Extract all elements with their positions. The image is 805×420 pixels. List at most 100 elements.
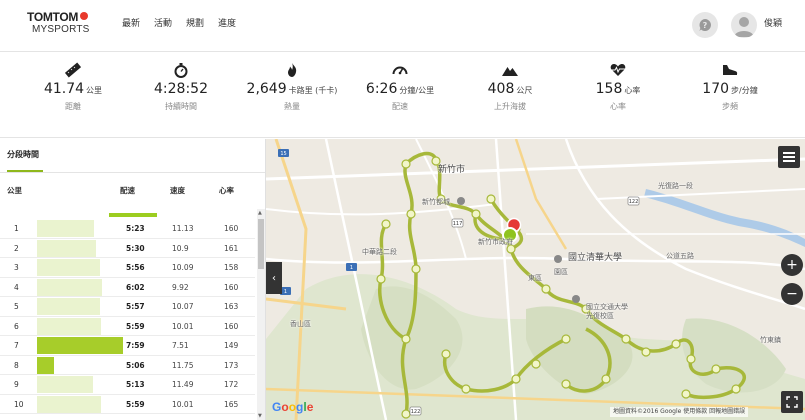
- map-label-road-3: 公道五路: [666, 252, 694, 260]
- pace-unit: 分鐘/公里: [399, 86, 435, 95]
- heart-rate-label: 心率: [610, 102, 626, 111]
- table-row[interactable]: 7 7:59 7.51 149: [0, 336, 255, 356]
- pace-bar: [37, 356, 54, 374]
- table-row[interactable]: 9 5:13 11.49 172: [0, 375, 255, 395]
- distance-unit: 公里: [86, 86, 103, 95]
- split-speed: 10.9: [172, 243, 189, 253]
- stat-distance: 41.74 公里 距離: [25, 53, 121, 138]
- split-hr: 161: [224, 243, 239, 253]
- help-bubble-icon: ?: [699, 19, 711, 31]
- split-km: 9: [14, 380, 19, 389]
- pace-bar: [37, 220, 94, 237]
- split-speed: 10.01: [172, 321, 194, 331]
- username[interactable]: 俊穎: [764, 18, 782, 30]
- pace-bar: [37, 337, 123, 354]
- split-pace: 5:56: [126, 263, 145, 272]
- split-km: 8: [14, 360, 19, 370]
- table-row[interactable]: 8 5:06 11.75 173: [0, 356, 255, 375]
- map-label-park: 新竹都城: [422, 198, 450, 206]
- split-hr: 160: [224, 321, 239, 331]
- scroll-down-icon[interactable]: ▼: [258, 412, 262, 420]
- nav-activities[interactable]: 活動: [154, 18, 172, 30]
- stat-heart-rate: 158 心率 心率: [570, 53, 666, 138]
- shoe-icon: [723, 65, 738, 75]
- table-row[interactable]: 3 5:56 10.09 158: [0, 258, 255, 278]
- split-km: 4: [14, 282, 19, 292]
- split-speed: 9.92: [172, 282, 189, 292]
- svg-text:1: 1: [350, 265, 353, 271]
- top-header: TOMTOM MYSPORTS 最新 活動 規劃 進度 ? 俊穎: [0, 0, 805, 52]
- mountain-icon: [502, 67, 518, 76]
- map-label-hsinchu-city: 新竹市: [438, 165, 466, 175]
- pace-value: 6:26: [365, 81, 398, 97]
- help-button[interactable]: ?: [692, 12, 718, 38]
- table-row[interactable]: 4 6:02 9.92 160: [0, 278, 255, 297]
- avatar[interactable]: [731, 12, 757, 38]
- split-speed: 10.07: [172, 302, 194, 311]
- tomtom-logo[interactable]: TOMTOM MYSPORTS: [27, 10, 107, 40]
- split-km: 5: [14, 302, 19, 311]
- zoom-out-button[interactable]: −: [781, 283, 803, 305]
- split-pace: 5:06: [126, 360, 145, 370]
- table-row[interactable]: 6 5:59 10.01 160: [0, 317, 255, 336]
- brand-sub: MYSPORTS: [32, 24, 90, 35]
- map-menu-button[interactable]: [778, 146, 800, 168]
- scroll-up-icon[interactable]: ▲: [258, 209, 262, 217]
- svg-text:122: 122: [629, 199, 639, 205]
- stat-cadence: 170 步/分鐘 步頻: [680, 53, 780, 138]
- fullscreen-button[interactable]: [781, 391, 803, 413]
- flame-icon: [288, 63, 297, 77]
- fullscreen-icon: [786, 396, 798, 408]
- collapse-panel-button[interactable]: ‹: [266, 262, 282, 294]
- heart-rate-unit: 心率: [624, 86, 641, 95]
- svg-text:122: 122: [411, 409, 421, 415]
- map-attribution[interactable]: 地圖資料©2016 Google 使用條款 回報地圖錯誤: [610, 407, 749, 417]
- nav-latest[interactable]: 最新: [122, 18, 140, 30]
- split-pace: 6:02: [126, 282, 145, 292]
- map-label-road-2: 光復路一段: [658, 182, 693, 190]
- col-header-speed: 速度: [170, 186, 185, 195]
- tab-divider: [0, 172, 265, 173]
- split-hr: 160: [224, 282, 239, 292]
- map-label-park-district: 園區: [554, 268, 568, 276]
- map-label-zhudong: 竹東鎮: [760, 336, 781, 344]
- split-speed: 11.13: [172, 224, 194, 233]
- main-nav: 最新 活動 規劃 進度: [122, 18, 250, 30]
- map-label-xiangshan: 香山區: [290, 320, 311, 328]
- nav-plan[interactable]: 規劃: [186, 18, 204, 30]
- minus-icon: −: [786, 286, 798, 302]
- table-row[interactable]: 5 5:57 10.07 163: [0, 297, 255, 317]
- route-map[interactable]: 15 1 1 117 122 122 新竹市 新竹都城 新竹市政府 國立清華大學…: [266, 139, 805, 420]
- map-label-east-district: 東區: [528, 274, 542, 282]
- col-header-pace: 配速: [120, 186, 135, 195]
- logo-dot-icon: [80, 12, 89, 20]
- tab-splits[interactable]: 分段時間: [7, 150, 39, 160]
- split-speed: 10.09: [172, 263, 194, 272]
- distance-label: 距離: [65, 102, 81, 111]
- hamburger-icon: [783, 152, 795, 162]
- split-speed: 7.51: [172, 341, 189, 350]
- table-row[interactable]: 1 5:23 11.13 160: [0, 219, 255, 239]
- pace-bar: [37, 239, 96, 257]
- pace-label: 配速: [392, 102, 408, 111]
- split-hr: 158: [224, 263, 239, 272]
- col-header-km: 公里: [7, 186, 22, 195]
- zoom-in-button[interactable]: +: [781, 254, 803, 276]
- split-pace: 5:59: [126, 399, 145, 409]
- map-label-road-1: 中華路二段: [362, 248, 397, 256]
- table-row[interactable]: 2 5:30 10.9 161: [0, 239, 255, 258]
- split-pace: 5:57: [126, 302, 145, 311]
- elevation-unit: 公尺: [516, 86, 533, 95]
- heart-rate-value: 158: [595, 81, 623, 97]
- splits-scrollbar[interactable]: ▲ ▼: [257, 209, 265, 420]
- pace-reference-bar: [109, 213, 157, 217]
- table-row[interactable]: 10 5:59 10.01 165: [0, 395, 255, 414]
- nav-progress[interactable]: 進度: [218, 18, 236, 30]
- elevation-value: 408: [487, 81, 515, 97]
- split-speed: 10.01: [172, 399, 194, 409]
- split-km: 6: [14, 321, 19, 331]
- svg-text:15: 15: [280, 151, 286, 157]
- cadence-label: 步頻: [722, 102, 738, 111]
- brand-name: TOMTOM: [27, 10, 79, 24]
- scroll-thumb[interactable]: [258, 219, 264, 269]
